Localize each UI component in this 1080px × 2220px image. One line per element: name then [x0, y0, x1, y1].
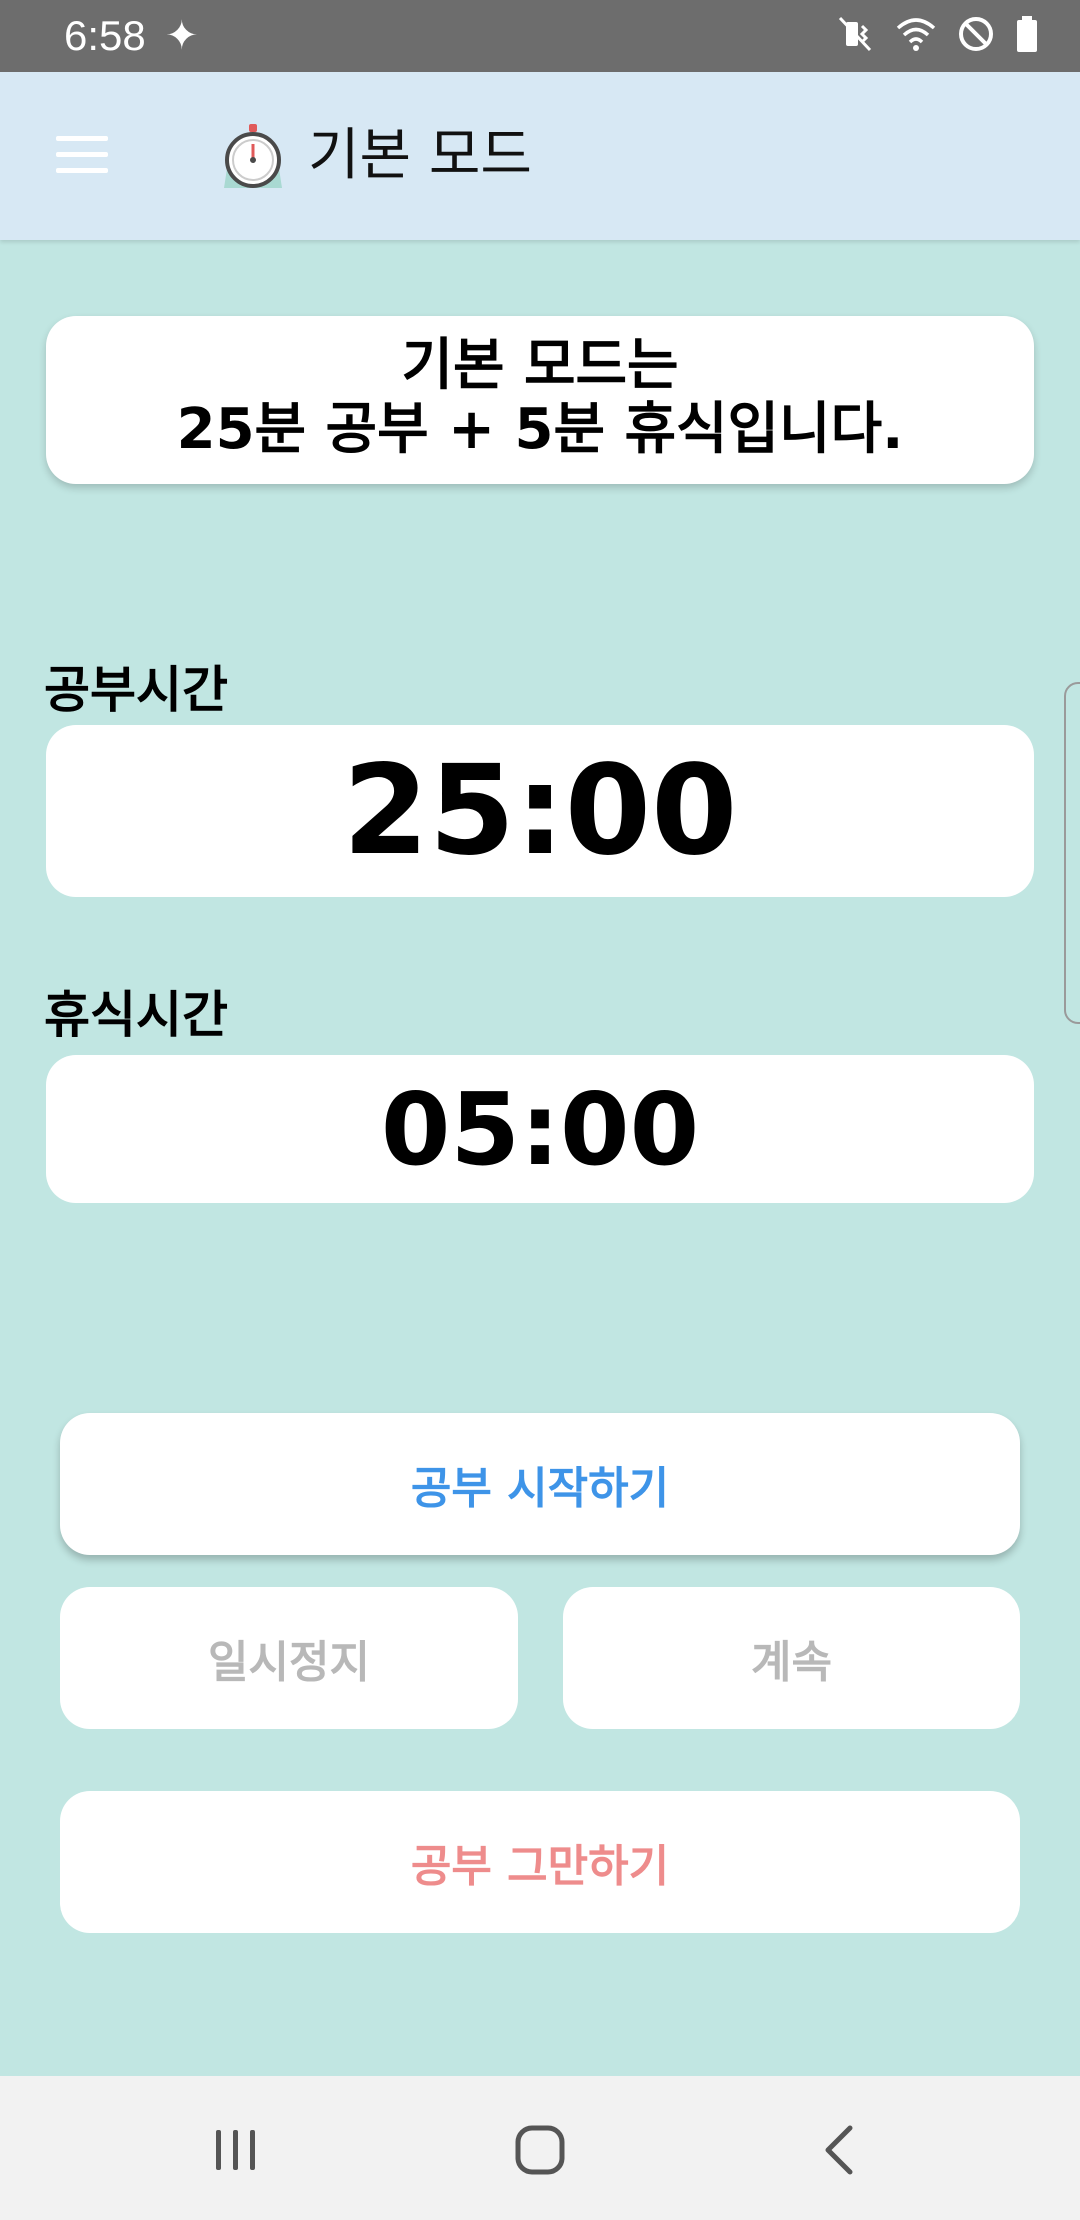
battery-icon [1017, 16, 1037, 52]
do-not-disturb-icon [959, 17, 993, 51]
mute-vibrate-icon [838, 16, 872, 52]
app-bar: 기본 모드 [0, 72, 1080, 240]
status-icons [836, 14, 1040, 54]
mode-info-card: 기본 모드는 25분 공부 + 5분 휴식입니다. [46, 316, 1034, 484]
pause-button[interactable]: 일시정지 [60, 1587, 518, 1729]
system-nav-bar [0, 2076, 1080, 2220]
status-bar: 6:58 ✦ [0, 0, 1080, 72]
stop-study-button[interactable]: 공부 그만하기 [60, 1791, 1020, 1933]
stopwatch-icon [224, 124, 282, 188]
hamburger-menu-icon[interactable] [52, 132, 112, 178]
page-title: 기본 모드 [308, 123, 532, 188]
rest-time-value: 05:00 [380, 1070, 700, 1188]
rest-time-label: 휴식시간 [44, 986, 228, 1044]
mode-info-line-1: 기본 모드는 [401, 333, 679, 398]
start-study-button[interactable]: 공부 시작하기 [60, 1413, 1020, 1555]
study-time-display: 25:00 [46, 725, 1034, 897]
resume-button[interactable]: 계속 [563, 1587, 1020, 1729]
scroll-handle[interactable] [1064, 682, 1080, 1024]
study-time-value: 25:00 [342, 739, 738, 883]
study-time-label: 공부시간 [44, 661, 228, 719]
rest-time-display: 05:00 [46, 1055, 1034, 1203]
home-icon[interactable] [508, 2120, 572, 2180]
back-icon[interactable] [812, 2120, 872, 2180]
mode-info-line-2: 25분 공부 + 5분 휴식입니다. [176, 397, 904, 462]
status-time: 6:58 [64, 12, 146, 59]
wifi-icon [896, 18, 936, 51]
recent-apps-icon[interactable] [206, 2120, 266, 2180]
sparkle-icon: ✦ [165, 13, 199, 59]
